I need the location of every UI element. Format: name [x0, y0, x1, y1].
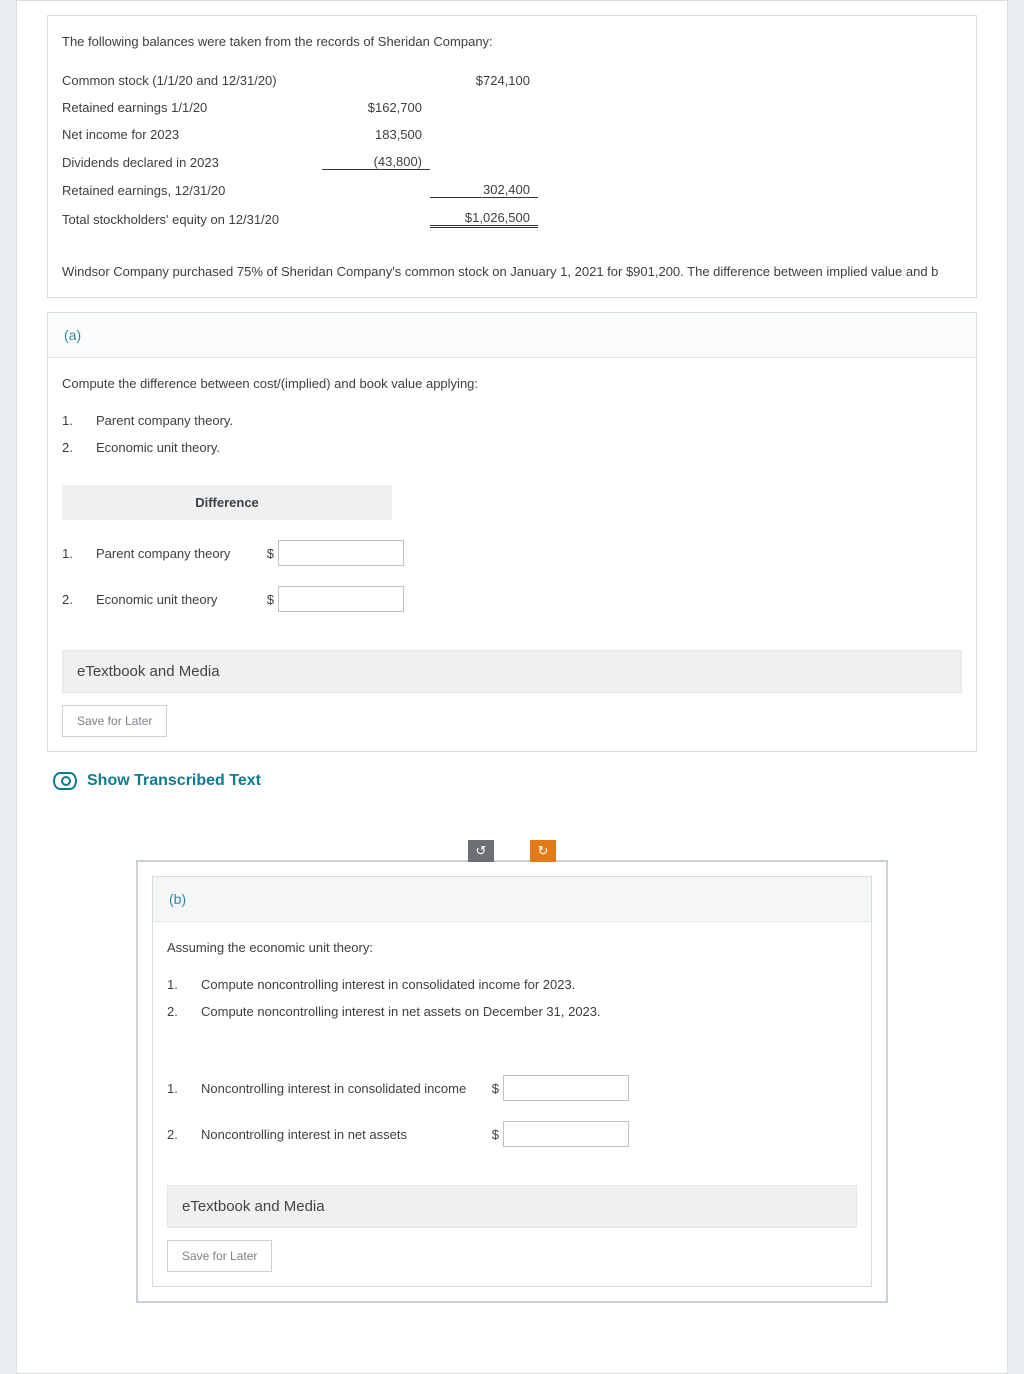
dollar-sign: $ [256, 546, 278, 561]
row-value: $724,100 [430, 73, 538, 88]
row-label: Common stock (1/1/20 and 12/31/20) [62, 73, 322, 88]
list-item: Compute noncontrolling interest in net a… [201, 1004, 601, 1019]
intro-text: The following balances were taken from t… [62, 34, 962, 49]
show-transcribed-label: Show Transcribed Text [87, 772, 261, 790]
row-label: Retained earnings 1/1/20 [62, 100, 322, 115]
etextbook-bar[interactable]: eTextbook and Media [167, 1185, 857, 1228]
nci-income-input[interactable] [503, 1075, 629, 1101]
etextbook-bar[interactable]: eTextbook and Media [62, 650, 962, 693]
save-for-later-button[interactable]: Save for Later [167, 1240, 272, 1272]
nav-chips: ↺ ↻ [47, 840, 977, 862]
dollar-sign: $ [256, 592, 278, 607]
financial-table: Common stock (1/1/20 and 12/31/20) $724,… [62, 67, 962, 234]
row-label: Dividends declared in 2023 [62, 155, 322, 170]
answer-label: Noncontrolling interest in consolidated … [201, 1081, 481, 1096]
nci-netassets-input[interactable] [503, 1121, 629, 1147]
list-item: Parent company theory. [96, 413, 233, 428]
answer-row: 2. Economic unit theory $ [62, 576, 962, 622]
problem-continuation: Windsor Company purchased 75% of Sherida… [62, 264, 962, 279]
part-a-panel: (a) Compute the difference between cost/… [47, 312, 977, 752]
row-value: $1,026,500 [430, 210, 538, 228]
show-transcribed-link[interactable]: Show Transcribed Text [53, 772, 977, 790]
dollar-sign: $ [481, 1081, 503, 1096]
list-item: Economic unit theory. [96, 440, 220, 455]
list-item: Compute noncontrolling interest in conso… [201, 977, 575, 992]
problem-data-panel: The following balances were taken from t… [47, 15, 977, 298]
part-b-prompt: Assuming the economic unit theory: [167, 940, 857, 955]
answer-row: 1. Parent company theory $ [62, 530, 962, 576]
economic-theory-input[interactable] [278, 586, 404, 612]
redo-chip[interactable]: ↻ [530, 840, 556, 862]
row-value: 302,400 [430, 182, 538, 198]
save-for-later-button[interactable]: Save for Later [62, 705, 167, 737]
parent-theory-input[interactable] [278, 540, 404, 566]
part-b-header: (b) [153, 877, 871, 922]
part-b-panel: (b) Assuming the economic unit theory: 1… [136, 860, 888, 1303]
part-a-prompt: Compute the difference between cost/(imp… [62, 376, 962, 391]
row-label: Total stockholders' equity on 12/31/20 [62, 212, 322, 227]
row-label: Net income for 2023 [62, 127, 322, 142]
page-container: The following balances were taken from t… [16, 0, 1008, 1374]
answer-label: Economic unit theory [96, 592, 256, 607]
row-label: Retained earnings, 12/31/20 [62, 183, 322, 198]
answer-label: Parent company theory [96, 546, 256, 561]
problem-intro: The following balances were taken from t… [48, 16, 976, 297]
answer-label: Noncontrolling interest in net assets [201, 1127, 481, 1142]
row-value: $162,700 [322, 100, 430, 115]
answer-row: 1. Noncontrolling interest in consolidat… [167, 1065, 857, 1111]
undo-chip[interactable]: ↺ [468, 840, 494, 862]
part-a-header: (a) [48, 313, 976, 358]
difference-header: Difference [62, 485, 392, 520]
eye-icon [53, 772, 77, 790]
answer-row: 2. Noncontrolling interest in net assets… [167, 1111, 857, 1157]
row-value: (43,800) [322, 154, 430, 170]
row-value: 183,500 [322, 127, 430, 142]
dollar-sign: $ [481, 1127, 503, 1142]
